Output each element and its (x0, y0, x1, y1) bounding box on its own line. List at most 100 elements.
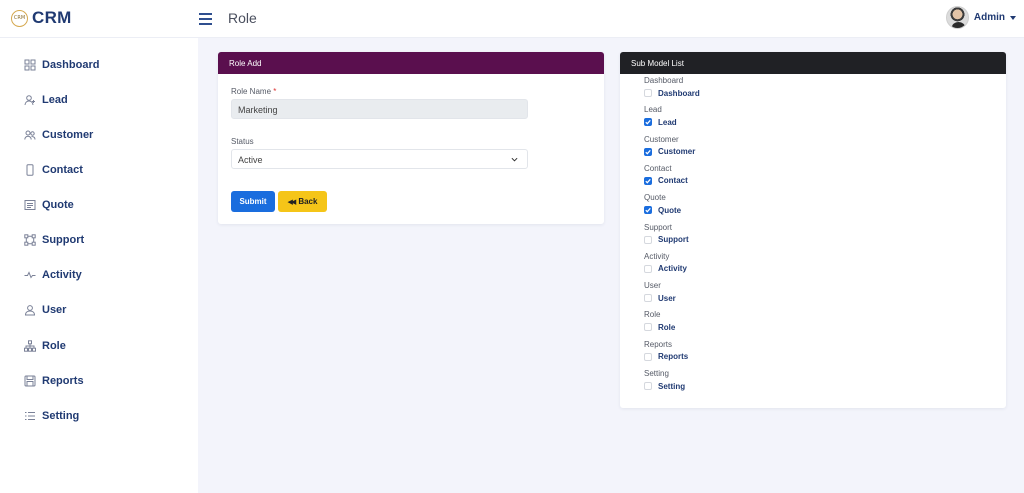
app-logo[interactable]: CRM CRM (11, 8, 72, 28)
page-title: Role (228, 10, 257, 26)
grid-icon (24, 59, 36, 71)
sub-model-checkbox-customer[interactable]: Customer (644, 146, 695, 158)
checkbox-checked-icon[interactable] (644, 147, 652, 156)
pulse-icon (24, 269, 36, 281)
sub-model-checkbox-dashboard[interactable]: Dashboard (644, 87, 700, 99)
sub-model-checkbox-contact[interactable]: Contact (644, 175, 688, 187)
phone-icon (24, 164, 36, 176)
sub-model-item-label: Customer (658, 147, 696, 157)
sub-model-group-label: Reports (644, 339, 673, 349)
logo-badge-icon: CRM (11, 9, 28, 27)
chevron-down-icon (511, 157, 518, 162)
sub-model-group: Support Support (644, 223, 689, 246)
checkbox-empty-icon[interactable] (644, 235, 652, 244)
sub-model-checkbox-quote[interactable]: Quote (644, 204, 681, 216)
sidebar-item-label: Role (42, 340, 66, 352)
sidebar-item-dashboard[interactable]: Dashboard (24, 55, 99, 75)
sub-model-group-label: Dashboard (644, 76, 684, 85)
checkbox-empty-icon[interactable] (644, 264, 652, 273)
user-menu[interactable]: Admin (945, 6, 1016, 29)
user-icon (24, 304, 36, 316)
role-add-header: Role Add (218, 52, 604, 74)
sidebar: Dashboard Lead Customer Contact Quote Su… (0, 38, 198, 493)
sub-model-checkbox-support[interactable]: Support (644, 234, 689, 246)
sub-model-item-label: Contact (658, 176, 688, 186)
checkbox-empty-icon[interactable] (644, 382, 652, 390)
sidebar-item-role[interactable]: Role (24, 336, 66, 356)
sub-model-group: Role Role (644, 310, 675, 333)
status-select[interactable]: Active (231, 149, 528, 169)
sub-model-group-label: Customer (644, 134, 679, 144)
sub-model-item-label: Reports (658, 352, 689, 362)
share-nodes-icon (24, 234, 36, 246)
sub-model-checkbox-lead[interactable]: Lead (644, 116, 677, 128)
checkbox-checked-icon[interactable] (644, 206, 652, 215)
role-add-card: Role Add Role Name * Marketing Status Ac… (218, 52, 604, 224)
sidebar-item-activity[interactable]: Activity (24, 265, 82, 285)
sidebar-item-user[interactable]: User (24, 300, 66, 320)
sidebar-item-setting[interactable]: Setting (24, 406, 79, 426)
role-name-label: Role Name * (231, 87, 277, 96)
sub-model-group: Quote Quote (644, 193, 681, 216)
sub-model-item-label: Activity (658, 264, 687, 274)
sub-model-group-label: Role (644, 310, 661, 320)
save-icon (24, 375, 36, 387)
sidebar-item-quote[interactable]: Quote (24, 195, 74, 215)
sidebar-item-lead[interactable]: Lead (24, 90, 68, 110)
caret-down-icon (1010, 15, 1016, 20)
sub-model-item-label: Quote (658, 205, 682, 215)
list-icon (24, 410, 36, 422)
sub-model-group-label: Quote (644, 193, 666, 203)
sub-model-item-label: User (658, 293, 676, 303)
sub-model-checkbox-setting[interactable]: Setting (644, 380, 685, 392)
user-plus-icon (24, 94, 36, 106)
user-name: Admin (973, 12, 1005, 23)
sub-model-group-label: User (644, 281, 661, 291)
rewind-icon: ◀◀ (287, 198, 297, 206)
sidebar-item-label: Reports (42, 375, 84, 387)
role-name-input[interactable]: Marketing (231, 99, 528, 119)
back-button[interactable]: ◀◀ Back (278, 191, 327, 212)
status-selected-value: Active (238, 155, 263, 165)
checkbox-empty-icon[interactable] (644, 323, 652, 332)
sub-model-group-label: Lead (644, 105, 662, 115)
sub-model-item-label: Setting (658, 381, 686, 391)
sub-model-group: Reports Reports (644, 340, 688, 363)
hierarchy-icon (24, 340, 36, 352)
sidebar-item-reports[interactable]: Reports (24, 371, 84, 391)
sidebar-item-customer[interactable]: Customer (24, 125, 93, 145)
checkbox-empty-icon[interactable] (644, 352, 652, 361)
sub-model-checkbox-reports[interactable]: Reports (644, 351, 688, 363)
sub-model-list-card: Sub Model List Dashboard Dashboard Lead Lea… (620, 52, 1006, 408)
checkbox-empty-icon[interactable] (644, 89, 652, 97)
sub-model-item-label: Dashboard (658, 88, 700, 98)
avatar (945, 6, 969, 29)
sub-model-checkbox-user[interactable]: User (644, 292, 676, 304)
submit-button[interactable]: Submit (231, 191, 275, 212)
sub-model-group-label: Setting (644, 369, 669, 378)
sub-model-group: Dashboard Dashboard (644, 76, 700, 99)
sidebar-item-label: Setting (42, 410, 80, 422)
sub-model-group-label: Contact (644, 163, 672, 173)
list-box-icon (24, 199, 36, 211)
sidebar-item-support[interactable]: Support (24, 230, 84, 250)
sub-model-group: Activity Activity (644, 252, 687, 275)
required-mark: * (273, 87, 277, 96)
checkbox-checked-icon[interactable] (644, 176, 652, 185)
sub-model-list-header: Sub Model List (620, 52, 1006, 74)
sub-model-checkbox-activity[interactable]: Activity (644, 263, 687, 275)
users-icon (24, 129, 36, 141)
checkbox-empty-icon[interactable] (644, 294, 652, 303)
sidebar-item-label: Activity (42, 269, 82, 281)
sub-model-group-label: Activity (644, 251, 670, 261)
logo-text: CRM (32, 8, 72, 27)
sidebar-item-label: Customer (42, 129, 94, 141)
sidebar-item-label: User (42, 304, 67, 316)
menu-toggle-icon[interactable] (199, 11, 212, 25)
checkbox-checked-icon[interactable] (644, 118, 652, 127)
sidebar-item-contact[interactable]: Contact (24, 160, 83, 180)
sub-model-checkbox-role[interactable]: Role (644, 321, 675, 333)
sub-model-item-label: Role (658, 322, 676, 332)
sidebar-item-label: Dashboard (42, 59, 100, 71)
sub-model-item-label: Support (658, 235, 689, 244)
